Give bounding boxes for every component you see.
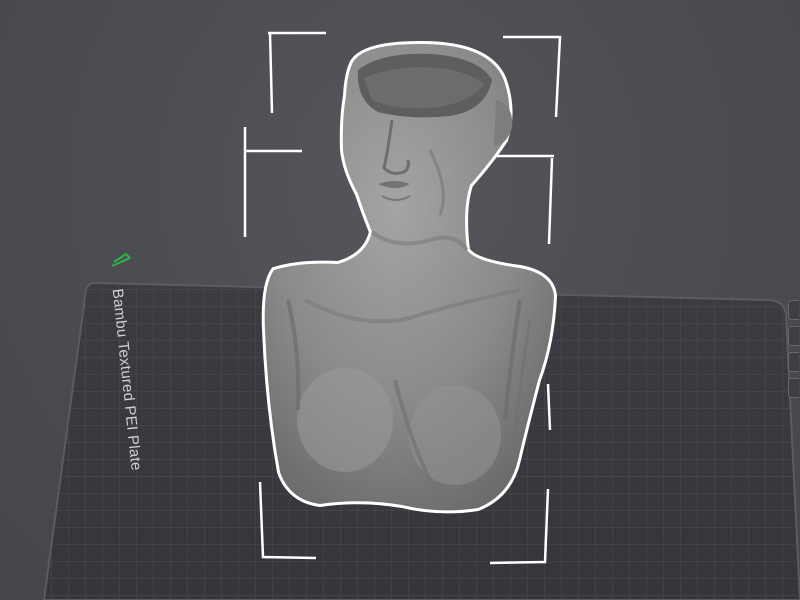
axis-gizmo-icon <box>111 252 131 267</box>
3d-viewport[interactable]: Bambu Textured PEI Plate <box>0 0 800 600</box>
view-button-4[interactable] <box>788 378 799 398</box>
view-button-1[interactable] <box>788 300 799 320</box>
chest-right <box>409 385 501 485</box>
side-toolbar <box>788 300 800 404</box>
view-button-3[interactable] <box>788 352 799 372</box>
chest-left <box>297 368 393 472</box>
bust-model[interactable] <box>261 40 558 514</box>
view-button-2[interactable] <box>788 326 799 346</box>
